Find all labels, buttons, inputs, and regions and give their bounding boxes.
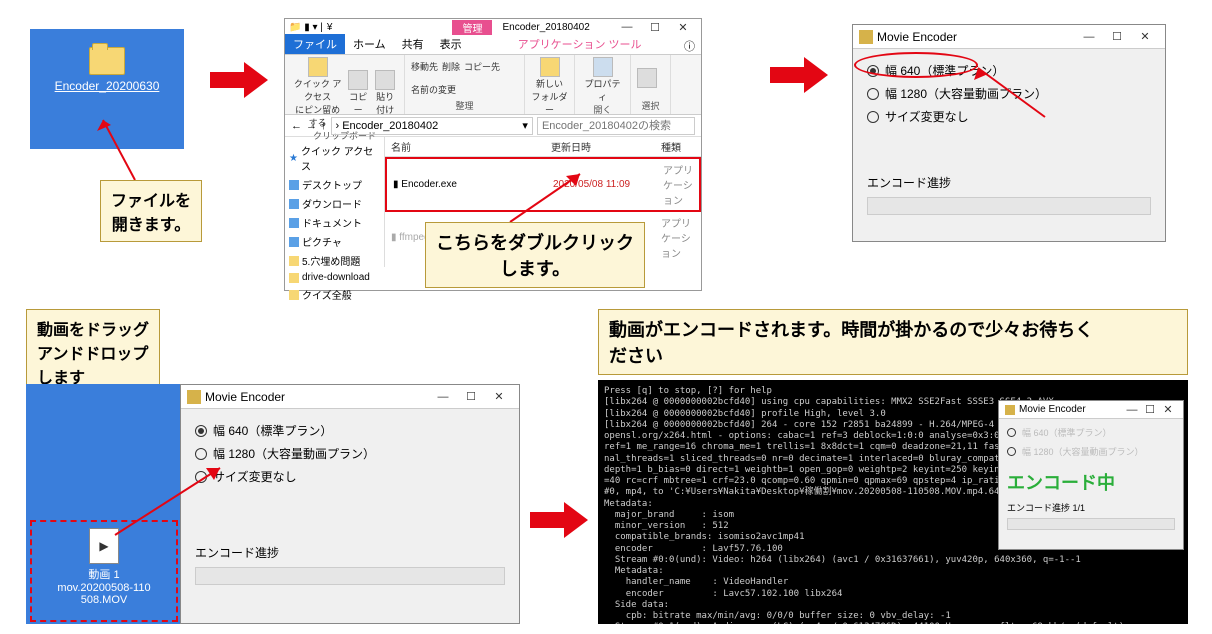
explorer-qat-glyph: 📁 ▮ ▾ | bbox=[289, 22, 323, 33]
ribbon-delete[interactable]: 削除 bbox=[442, 60, 460, 73]
progress-bar-2 bbox=[195, 567, 505, 585]
callout-dblclick: こちらをダブルクリック します。 bbox=[425, 222, 645, 288]
progress-bar bbox=[867, 197, 1151, 215]
nav-folder-7[interactable]: クイズ全般 bbox=[289, 285, 380, 304]
tab-view[interactable]: 表示 bbox=[432, 34, 470, 54]
callout-dragdrop: 動画をドラッグ アンドドロップ します bbox=[26, 309, 160, 395]
app2-min[interactable]: — bbox=[429, 388, 457, 406]
tab-home[interactable]: ホーム bbox=[345, 34, 394, 54]
close-button[interactable]: ✕ bbox=[669, 18, 697, 36]
nav-quick-access[interactable]: ★クイック アクセス bbox=[289, 141, 380, 175]
app3-min[interactable]: — bbox=[1123, 401, 1141, 419]
big-arrow-2 bbox=[770, 55, 830, 95]
big-arrow-1 bbox=[210, 60, 270, 100]
ribbon-copy[interactable]: コピー bbox=[348, 70, 368, 116]
tab-share[interactable]: 共有 bbox=[394, 34, 432, 54]
ribbon-newfolder[interactable]: 新しい フォルダー bbox=[531, 57, 568, 116]
ribbon-select-icon[interactable] bbox=[637, 68, 657, 88]
ribbon-group-organize: 整理 bbox=[411, 99, 518, 112]
ribbon-rename[interactable]: 名前の変更 bbox=[411, 83, 456, 96]
radio2-noresize[interactable]: サイズ変更なし bbox=[195, 465, 505, 488]
tab-app-tools[interactable]: アプリケーション ツール bbox=[510, 34, 650, 54]
thin-arrow-drag bbox=[110, 460, 230, 540]
tab-file[interactable]: ファイル bbox=[285, 34, 345, 54]
video-file-label: 動画 1 mov.20200508-110 508.MOV bbox=[32, 566, 176, 606]
progress-label: エンコード進捗 bbox=[853, 168, 1165, 197]
address-bar: ← → ↑ › Encoder_20180402▾ bbox=[285, 115, 701, 137]
ribbon-group-select: 選択 bbox=[637, 99, 664, 112]
progress-bar-3 bbox=[1007, 518, 1175, 530]
ribbon-paste[interactable]: 貼り付け bbox=[372, 70, 398, 116]
progress-track-3: エンコード進捗 1/1 bbox=[999, 499, 1183, 516]
movie-encoder-window-2: Movie Encoder — ☐ ✕ 幅 640（標準プラン） 幅 1280（… bbox=[180, 384, 520, 624]
radio3-1280: 幅 1280（大容量動画プラン） bbox=[1007, 442, 1175, 461]
app-title-3: Movie Encoder bbox=[1019, 404, 1086, 415]
app2-close[interactable]: ✕ bbox=[485, 388, 513, 406]
ribbon-group-open: 開く bbox=[581, 103, 624, 116]
nav-back-icon[interactable]: ← bbox=[291, 120, 302, 132]
app-icon bbox=[859, 30, 873, 44]
encoding-status: エンコード中 bbox=[999, 465, 1183, 499]
app-title-2: Movie Encoder bbox=[205, 390, 285, 404]
ribbon-tabs: ファイル ホーム 共有 表示 アプリケーション ツール ⓘ bbox=[285, 35, 701, 55]
nav-pictures[interactable]: ピクチャ bbox=[289, 232, 380, 251]
explorer-title-text: Encoder_20180402 bbox=[502, 22, 589, 33]
ribbon-copyto[interactable]: コピー先 bbox=[464, 60, 500, 73]
radio2-640[interactable]: 幅 640（標準プラン） bbox=[195, 419, 505, 442]
nav-folder-5[interactable]: 5.穴埋め問題 bbox=[289, 251, 380, 270]
nav-up-icon[interactable]: ↑ bbox=[321, 120, 327, 132]
big-arrow-3 bbox=[530, 500, 590, 540]
nav-fwd-icon[interactable]: → bbox=[306, 120, 317, 132]
file-list-header[interactable]: 名前更新日時種類 bbox=[385, 137, 701, 157]
movie-encoder-window-3: Movie Encoder — ☐ ✕ 幅 640（標準プラン） 幅 1280（… bbox=[998, 400, 1184, 550]
movie-encoder-window-1: Movie Encoder — ☐ ✕ 幅 640（標準プラン） 幅 1280（… bbox=[852, 24, 1166, 242]
nav-documents[interactable]: ドキュメント bbox=[289, 213, 380, 232]
progress-label-2: エンコード進捗 bbox=[181, 538, 519, 567]
breadcrumb[interactable]: › Encoder_20180402▾ bbox=[331, 117, 533, 135]
app-title: Movie Encoder bbox=[877, 30, 957, 44]
thin-arrow-app1 bbox=[970, 62, 1050, 122]
callout-encoding: 動画がエンコードされます。時間が掛かるので少々お待ちく ださい bbox=[598, 309, 1188, 375]
app-max[interactable]: ☐ bbox=[1103, 28, 1131, 46]
ribbon: クイック アクセス にピン留めする コピー 貼り付け クリップボード 移動先 削… bbox=[285, 55, 701, 115]
app-icon-2 bbox=[187, 390, 201, 404]
radio3-640: 幅 640（標準プラン） bbox=[1007, 423, 1175, 442]
app-close[interactable]: ✕ bbox=[1131, 28, 1159, 46]
folder-label: Encoder_20200630 bbox=[55, 79, 160, 93]
nav-pane: ★クイック アクセス デスクトップ ダウンロード ドキュメント ピクチャ 5.穴… bbox=[285, 137, 385, 267]
explorer-qat-path: ¥ bbox=[327, 22, 333, 33]
radio2-1280[interactable]: 幅 1280（大容量動画プラン） bbox=[195, 442, 505, 465]
thin-arrow-1 bbox=[95, 115, 145, 185]
app3-close[interactable]: ✕ bbox=[1159, 401, 1177, 419]
ribbon-help-icon[interactable]: ⓘ bbox=[678, 38, 701, 54]
ribbon-move[interactable]: 移動先 bbox=[411, 60, 438, 73]
nav-folder-6[interactable]: drive-download bbox=[289, 270, 380, 285]
app-min[interactable]: — bbox=[1075, 28, 1103, 46]
search-input[interactable] bbox=[537, 117, 695, 135]
nav-downloads[interactable]: ダウンロード bbox=[289, 194, 380, 213]
ribbon-props[interactable]: プロパティ bbox=[581, 57, 624, 103]
app-icon-3 bbox=[1005, 405, 1015, 415]
callout-open-file: ファイルを 開きます。 bbox=[100, 180, 202, 242]
context-tab-top[interactable]: 管理 bbox=[452, 20, 492, 35]
app2-max[interactable]: ☐ bbox=[457, 388, 485, 406]
nav-desktop[interactable]: デスクトップ bbox=[289, 175, 380, 194]
folder-icon[interactable] bbox=[89, 47, 125, 75]
app3-max[interactable]: ☐ bbox=[1141, 401, 1159, 419]
